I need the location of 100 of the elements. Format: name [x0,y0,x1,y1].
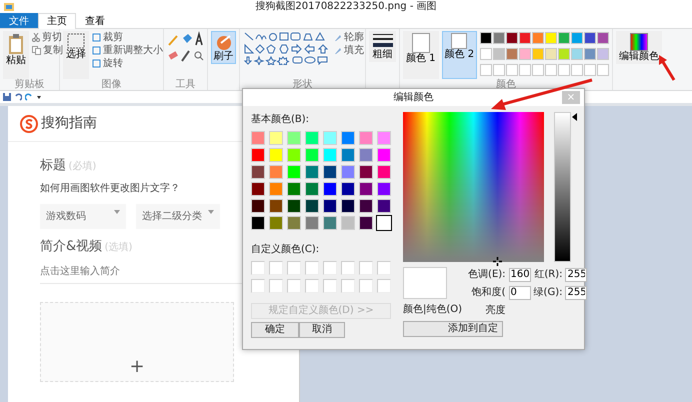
custom-color-slot[interactable] [269,261,283,275]
color-swatch[interactable] [359,131,373,145]
color-swatch[interactable] [269,131,283,145]
brush-button[interactable]: 刷子 [211,31,236,64]
color-swatch[interactable] [597,32,610,44]
color-swatch[interactable] [545,48,558,60]
rotate-button[interactable]: 旋转 [92,57,163,70]
save-icon[interactable] [3,93,11,101]
number-field[interactable]: 255 [565,268,588,282]
upload-area[interactable]: + [40,302,234,382]
color-swatch[interactable] [341,199,355,213]
dropdown-caret-icon[interactable] [36,94,42,100]
color-swatch[interactable] [251,199,265,213]
size-button[interactable]: 粗细 [369,31,396,62]
color-swatch[interactable] [341,131,355,145]
color-swatch[interactable] [519,32,532,44]
custom-color-slot[interactable] [287,279,301,293]
color-swatch[interactable] [305,216,319,230]
color-swatch[interactable] [305,165,319,179]
ribbon-tab[interactable]: 查看 [76,13,114,28]
color-swatch[interactable] [251,182,265,196]
ribbon-tab[interactable]: 文件 [0,13,38,28]
color-swatch[interactable] [323,148,337,162]
color-swatch[interactable] [480,48,492,60]
color-swatch[interactable] [341,165,355,179]
color-swatch[interactable] [323,216,337,230]
custom-color-slot[interactable] [269,279,283,293]
number-field[interactable]: 0 [508,286,531,300]
color-swatch[interactable] [305,199,319,213]
custom-color-slot[interactable] [305,261,319,275]
color-swatch[interactable] [493,32,506,44]
color-swatch[interactable] [571,32,584,44]
custom-color-slot[interactable] [341,279,355,293]
slider-arrow-icon[interactable] [572,113,577,121]
category-dropdown[interactable]: 游戏数码 [40,204,126,228]
custom-color-slot[interactable] [323,261,337,275]
color-swatch[interactable] [251,165,265,179]
custom-color-slot[interactable] [305,279,319,293]
color-swatch[interactable] [506,32,518,44]
paste-button[interactable]: 粘贴 [3,31,29,79]
color-swatch[interactable] [519,48,532,60]
color-swatch[interactable] [287,131,301,145]
color-swatch[interactable] [341,148,355,162]
color-swatch[interactable] [341,182,355,196]
category-dropdown[interactable]: 选择二级分类 [136,204,220,228]
outline-button[interactable]: 轮廓 [334,31,364,44]
color-swatch[interactable] [377,199,391,213]
resize-button[interactable]: 重新调整大小 [92,44,163,57]
color-swatch[interactable] [558,48,570,60]
color-swatch[interactable] [377,148,391,162]
custom-color-slot[interactable] [359,279,373,293]
color-swatch[interactable] [359,148,373,162]
ok-button[interactable]: 确定 [251,322,299,338]
copy-button[interactable]: 复制 [32,44,63,57]
color-swatch[interactable] [558,32,570,44]
number-field[interactable]: 255 [565,286,588,300]
color-swatch[interactable] [323,182,337,196]
color-swatch[interactable] [377,131,391,145]
color-swatch[interactable] [269,216,283,230]
color-swatch[interactable] [532,48,544,60]
color-swatch[interactable] [269,148,283,162]
shape-gallery-drawing[interactable] [243,31,331,65]
custom-color-slot[interactable] [251,261,265,275]
color-swatch[interactable] [377,165,391,179]
color-1-button[interactable]: 颜色 1 [403,31,439,79]
color-swatch[interactable] [359,165,373,179]
number-field[interactable]: 160 [508,268,531,282]
color-swatch[interactable] [251,148,265,162]
color-swatch[interactable] [323,165,337,179]
color-swatch[interactable] [545,32,558,44]
color-swatch[interactable] [597,48,610,60]
undo-icon[interactable] [14,93,22,101]
color-swatch[interactable] [377,182,391,196]
custom-color-slot[interactable] [287,261,301,275]
edit-colors-button[interactable]: 编辑颜色 [616,31,662,64]
color-2-button[interactable]: 颜色 2 [442,31,478,79]
color-swatch[interactable] [287,182,301,196]
fill-button[interactable]: 填充 [334,44,364,57]
color-swatch[interactable] [287,199,301,213]
color-swatch[interactable] [480,32,492,44]
color-swatch[interactable] [359,199,373,213]
color-swatch[interactable] [305,182,319,196]
color-swatch[interactable] [359,216,373,230]
color-swatch[interactable] [323,199,337,213]
color-swatch[interactable] [251,216,265,230]
color-swatch[interactable] [584,48,596,60]
color-swatch[interactable] [506,48,518,60]
color-swatch[interactable] [584,32,596,44]
color-swatch[interactable] [305,131,319,145]
color-swatch[interactable] [287,216,301,230]
custom-color-slot[interactable] [377,261,391,275]
crosshair-icon[interactable] [493,257,502,266]
color-swatch[interactable] [359,182,373,196]
redo-icon[interactable] [25,93,33,101]
color-swatch[interactable] [493,48,506,60]
custom-color-slot[interactable] [359,261,373,275]
color-swatch[interactable] [269,199,283,213]
add-to-custom-colors-button[interactable]: 添加到自定 [403,320,503,336]
cancel-button[interactable]: 取消 [299,322,345,338]
custom-color-slot[interactable] [323,279,337,293]
